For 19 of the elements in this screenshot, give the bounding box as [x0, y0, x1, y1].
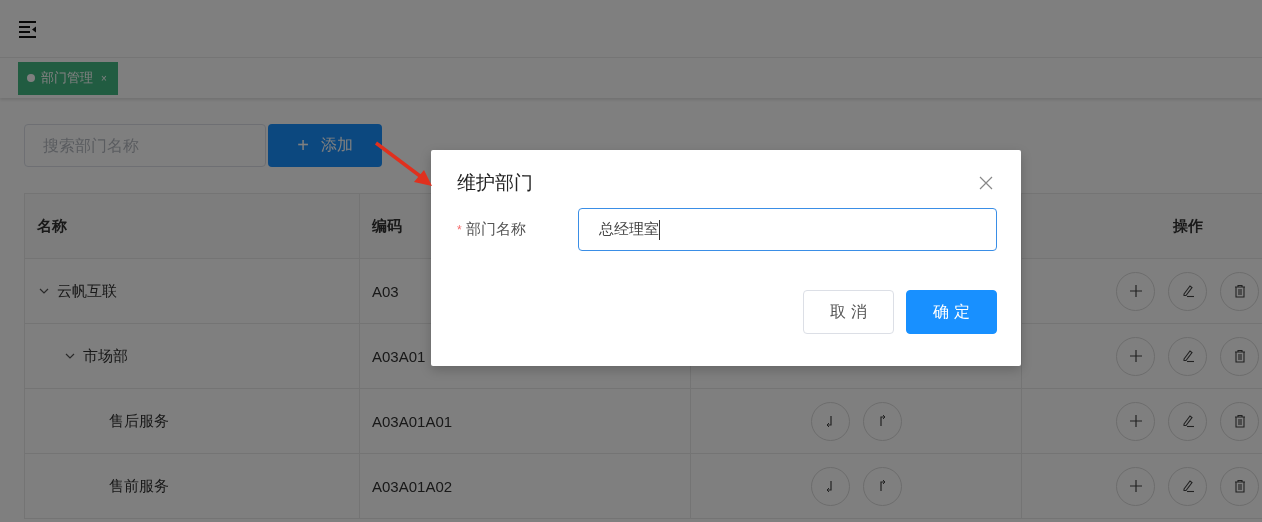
column-header: 操作 — [1021, 193, 1262, 259]
department-name: 云帆互联 — [57, 281, 117, 301]
department-name: 市场部 — [83, 346, 128, 366]
department-code: A03A01A01 — [372, 412, 453, 430]
required-mark: * — [457, 223, 462, 237]
add-button[interactable]: + 添加 — [268, 124, 382, 167]
department-name: 售前服务 — [109, 476, 169, 496]
dialog-title: 维护部门 — [457, 171, 533, 195]
department-code: A03A01A02 — [372, 477, 453, 495]
department-name: 售后服务 — [109, 411, 169, 431]
department-code: A03 — [372, 282, 399, 300]
page-tab[interactable]: 部门管理 × — [18, 61, 118, 95]
name-input-field[interactable]: 总经理室 — [578, 208, 997, 251]
close-icon[interactable]: × — [101, 72, 107, 84]
field-label: 部门名称 — [465, 220, 526, 237]
confirm-button[interactable]: 确 定 — [906, 290, 997, 334]
department-code: A03A01 — [372, 347, 426, 365]
column-header: 名称 — [24, 193, 360, 259]
cancel-button[interactable]: 取 消 — [803, 290, 894, 334]
